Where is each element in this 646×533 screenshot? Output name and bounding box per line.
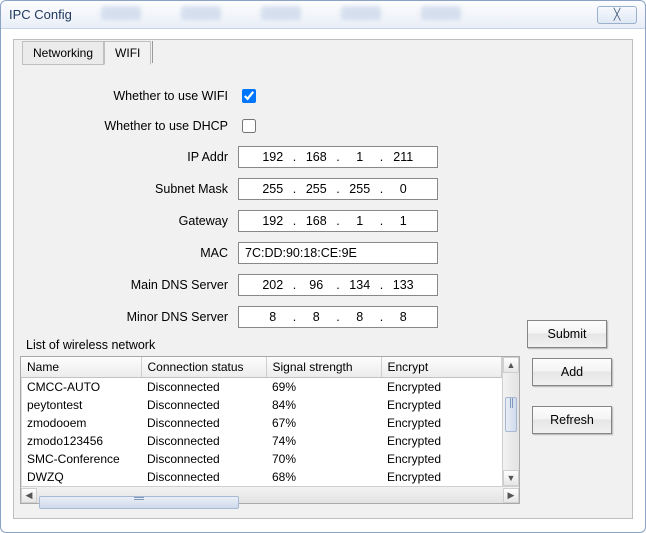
add-button[interactable]: Add xyxy=(532,358,612,386)
horizontal-scrollbar[interactable]: ◀ ▶ xyxy=(21,486,519,503)
cell-status: Disconnected xyxy=(141,414,266,432)
cell-name: SMC-Conference xyxy=(21,450,141,468)
cell-encrypt: Encrypted xyxy=(381,450,502,468)
refresh-button[interactable]: Refresh xyxy=(532,406,612,434)
cell-signal: 67% xyxy=(266,414,381,432)
cell-status: Disconnected xyxy=(141,432,266,450)
scroll-down-icon[interactable]: ▼ xyxy=(503,470,519,486)
minor-dns-input[interactable]: . . . xyxy=(238,306,438,328)
minor-dns-label: Minor DNS Server xyxy=(20,310,238,324)
tab-networking[interactable]: Networking xyxy=(22,41,104,65)
scroll-left-icon[interactable]: ◀ xyxy=(21,488,37,503)
gateway-label: Gateway xyxy=(20,214,238,228)
col-name[interactable]: Name xyxy=(21,357,141,378)
cell-signal: 84% xyxy=(266,396,381,414)
cell-signal: 70% xyxy=(266,450,381,468)
vertical-scrollbar[interactable]: ▲ ▼ xyxy=(502,357,519,486)
ip-octet-1[interactable] xyxy=(257,149,289,165)
table-row[interactable]: SMC-ConferenceDisconnected70%Encrypted xyxy=(21,450,502,468)
mac-value: 7C:DD:90:18:CE:9E xyxy=(238,242,438,264)
main-dns-octet-1[interactable] xyxy=(257,277,289,293)
table-row[interactable]: zmodo123456Disconnected74%Encrypted xyxy=(21,432,502,450)
subnet-octet-3[interactable] xyxy=(344,181,376,197)
cell-name: peytontest xyxy=(21,396,141,414)
cell-signal: 74% xyxy=(266,432,381,450)
gateway-octet-2[interactable] xyxy=(300,213,332,229)
minor-dns-octet-4[interactable] xyxy=(387,309,419,325)
subnet-input[interactable]: . . . xyxy=(238,178,438,200)
col-encrypt[interactable]: Encrypt xyxy=(381,357,502,378)
ip-octet-2[interactable] xyxy=(300,149,332,165)
use-dhcp-label: Whether to use DHCP xyxy=(20,119,238,133)
cell-encrypt: Encrypted xyxy=(381,396,502,414)
gateway-octet-4[interactable] xyxy=(387,213,419,229)
close-icon: ╳ xyxy=(614,8,621,21)
table-row[interactable]: DWZQDisconnected68%Encrypted xyxy=(21,468,502,486)
use-wifi-checkbox[interactable] xyxy=(242,89,256,103)
subnet-octet-2[interactable] xyxy=(300,181,332,197)
cell-signal: 68% xyxy=(266,468,381,486)
submit-button[interactable]: Submit xyxy=(527,320,607,348)
gateway-octet-1[interactable] xyxy=(257,213,289,229)
cell-name: DWZQ xyxy=(21,468,141,486)
cell-status: Disconnected xyxy=(141,468,266,486)
titlebar: IPC Config ╳ xyxy=(1,1,645,29)
scroll-up-icon[interactable]: ▲ xyxy=(503,357,519,373)
cell-encrypt: Encrypted xyxy=(381,414,502,432)
mac-label: MAC xyxy=(20,246,238,260)
scroll-right-icon[interactable]: ▶ xyxy=(503,488,519,503)
cell-encrypt: Encrypted xyxy=(381,468,502,486)
main-dns-octet-2[interactable] xyxy=(300,277,332,293)
cell-name: CMCC-AUTO xyxy=(21,378,141,397)
subnet-octet-4[interactable] xyxy=(387,181,419,197)
use-wifi-label: Whether to use WIFI xyxy=(20,89,238,103)
cell-encrypt: Encrypted xyxy=(381,432,502,450)
cell-signal: 69% xyxy=(266,378,381,397)
minor-dns-octet-1[interactable] xyxy=(257,309,289,325)
tab-panel: Networking WIFI Whether to use WIFI Whet… xyxy=(13,39,633,519)
tab-wifi[interactable]: WIFI xyxy=(104,41,151,65)
col-signal[interactable]: Signal strength xyxy=(266,357,381,378)
col-status[interactable]: Connection status xyxy=(141,357,266,378)
main-dns-octet-4[interactable] xyxy=(387,277,419,293)
use-dhcp-checkbox[interactable] xyxy=(242,119,256,133)
main-dns-octet-3[interactable] xyxy=(344,277,376,293)
cell-status: Disconnected xyxy=(141,450,266,468)
main-dns-label: Main DNS Server xyxy=(20,278,238,292)
cell-status: Disconnected xyxy=(141,396,266,414)
gateway-octet-3[interactable] xyxy=(344,213,376,229)
table-row[interactable]: CMCC-AUTODisconnected69%Encrypted xyxy=(21,378,502,397)
subnet-label: Subnet Mask xyxy=(20,182,238,196)
ipc-config-window: IPC Config ╳ Networking WIFI Whether to … xyxy=(0,0,646,533)
cell-name: zmodooem xyxy=(21,414,141,432)
close-button[interactable]: ╳ xyxy=(597,6,637,24)
hscroll-thumb[interactable] xyxy=(39,496,239,509)
ip-octet-4[interactable] xyxy=(387,149,419,165)
main-dns-input[interactable]: . . . xyxy=(238,274,438,296)
table-row[interactable]: zmodooemDisconnected67%Encrypted xyxy=(21,414,502,432)
table-row[interactable]: peytontestDisconnected84%Encrypted xyxy=(21,396,502,414)
wifi-table: Name Connection status Signal strength E… xyxy=(20,356,520,504)
cell-status: Disconnected xyxy=(141,378,266,397)
ip-label: IP Addr xyxy=(20,150,238,164)
ip-input[interactable]: . . . xyxy=(238,146,438,168)
window-title: IPC Config xyxy=(9,7,597,22)
scroll-thumb[interactable] xyxy=(505,397,517,432)
cell-encrypt: Encrypted xyxy=(381,378,502,397)
minor-dns-octet-3[interactable] xyxy=(344,309,376,325)
subnet-octet-1[interactable] xyxy=(257,181,289,197)
wifi-form: Whether to use WIFI Whether to use DHCP … xyxy=(20,86,626,328)
ip-octet-3[interactable] xyxy=(344,149,376,165)
cell-name: zmodo123456 xyxy=(21,432,141,450)
gateway-input[interactable]: . . . xyxy=(238,210,438,232)
minor-dns-octet-2[interactable] xyxy=(300,309,332,325)
